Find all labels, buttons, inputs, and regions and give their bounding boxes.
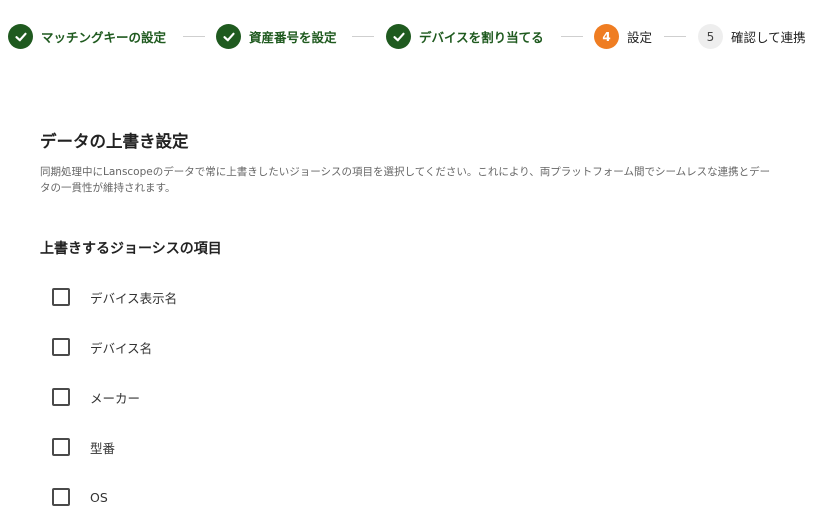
checkbox-device-display-name[interactable]: デバイス表示名 <box>52 288 177 306</box>
step-matching-key[interactable]: マッチングキーの設定 <box>8 24 166 49</box>
check-icon <box>386 24 411 49</box>
checkbox-label: 型番 <box>90 440 116 456</box>
step-label: デバイスを割り当てる <box>419 30 544 45</box>
checkbox-label: OS <box>90 489 108 505</box>
step-number: 4 <box>594 24 619 49</box>
step-asset-number[interactable]: 資産番号を設定 <box>216 24 337 49</box>
step-label: 資産番号を設定 <box>249 30 337 45</box>
check-icon <box>216 24 241 49</box>
check-icon <box>8 24 33 49</box>
section-description: 同期処理中にLanscopeのデータで常に上書きしたいジョーシスの項目を選択して… <box>40 166 771 194</box>
checkbox[interactable] <box>52 488 70 506</box>
step-label: マッチングキーの設定 <box>41 30 167 45</box>
step-confirm-sync[interactable]: 5 確認して連携 <box>698 24 806 49</box>
step-connector <box>183 36 205 37</box>
checkbox[interactable] <box>52 388 70 406</box>
section-title: データの上書き設定 <box>40 132 189 151</box>
step-connector <box>352 36 374 37</box>
checkbox-device-name[interactable]: デバイス名 <box>52 338 152 356</box>
checkbox-label: デバイス名 <box>90 340 153 356</box>
step-connector <box>664 36 686 37</box>
step-settings[interactable]: 4 設定 <box>594 24 652 49</box>
checkbox-manufacturer[interactable]: メーカー <box>52 388 140 406</box>
step-connector <box>561 36 583 37</box>
overwrite-items-title: 上書きするジョーシスの項目 <box>40 241 222 257</box>
stepper: マッチングキーの設定 資産番号を設定 デバイスを割り当てる 4 設定 5 確認し… <box>0 0 829 72</box>
checkbox-label: メーカー <box>90 390 141 406</box>
checkbox-os[interactable]: OS <box>52 488 108 506</box>
step-label: 確認して連携 <box>731 30 806 45</box>
checkbox[interactable] <box>52 338 70 356</box>
checkbox[interactable] <box>52 438 70 456</box>
step-label: 設定 <box>627 30 653 45</box>
checkbox[interactable] <box>52 288 70 306</box>
checkbox-label: デバイス表示名 <box>90 290 178 306</box>
step-assign-devices[interactable]: デバイスを割り当てる <box>386 24 544 49</box>
step-number: 5 <box>698 24 723 49</box>
checkbox-model-number[interactable]: 型番 <box>52 438 115 456</box>
